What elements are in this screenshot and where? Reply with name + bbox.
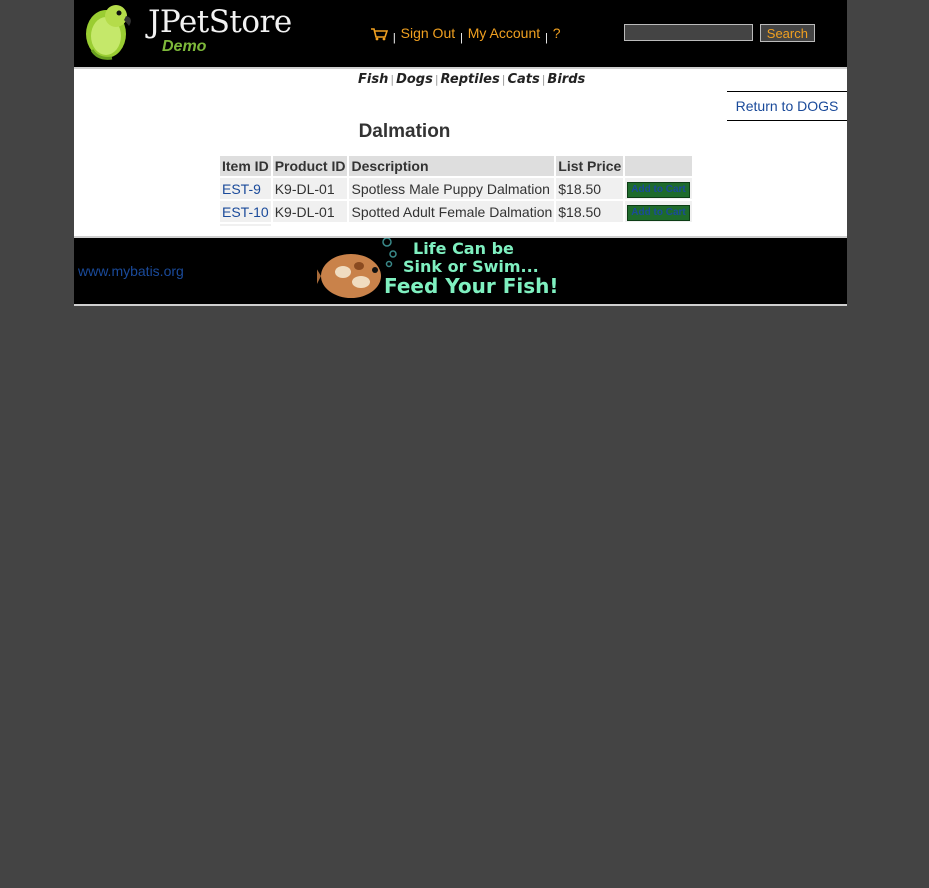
return-to-dogs-link[interactable]: Return to DOGS bbox=[736, 98, 839, 114]
table-row: EST-10 K9-DL-01 Spotted Adult Female Dal… bbox=[220, 201, 692, 222]
header: JPetStore Demo | Sign Out | My Account |… bbox=[74, 0, 847, 69]
banner-line-1: Life Can be bbox=[413, 239, 514, 258]
menu-separator: | bbox=[460, 32, 463, 44]
column-header-action bbox=[625, 156, 692, 176]
item-id-link[interactable]: EST-10 bbox=[222, 204, 269, 220]
parrot-icon bbox=[86, 5, 131, 60]
action-cell: Add to Cart bbox=[625, 201, 692, 222]
quicklink-cats[interactable]: Cats bbox=[507, 72, 539, 87]
add-to-cart-button[interactable]: Add to Cart bbox=[627, 205, 690, 221]
quicklink-fish[interactable]: Fish bbox=[358, 72, 388, 87]
description-cell: Spotless Male Puppy Dalmation bbox=[349, 178, 555, 199]
item-id-cell: EST-9 bbox=[220, 178, 271, 199]
mybatis-link[interactable]: www.mybatis.org bbox=[78, 263, 184, 279]
banner-line-3: Feed Your Fish! bbox=[384, 274, 559, 298]
quicklink-separator: | bbox=[541, 73, 546, 86]
page-title: Dalmation bbox=[358, 121, 451, 142]
action-cell: Add to Cart bbox=[625, 178, 692, 199]
sign-out-link[interactable]: Sign Out bbox=[401, 25, 455, 41]
quicklink-reptiles[interactable]: Reptiles bbox=[441, 72, 500, 87]
quicklink-separator: | bbox=[501, 73, 506, 86]
page-container: JPetStore Demo | Sign Out | My Account |… bbox=[74, 0, 847, 306]
logo[interactable]: JPetStore Demo bbox=[82, 2, 297, 60]
column-header-description: Description bbox=[349, 156, 555, 176]
table-footer-blank bbox=[273, 224, 692, 226]
items-table: Item ID Product ID Description List Pric… bbox=[218, 154, 694, 228]
quicklink-birds[interactable]: Birds bbox=[547, 72, 585, 87]
item-id-link[interactable]: EST-9 bbox=[222, 181, 261, 197]
quicklink-separator: | bbox=[390, 73, 395, 86]
column-header-list-price: List Price bbox=[556, 156, 624, 176]
menu-separator: | bbox=[392, 32, 396, 44]
table-footer-row bbox=[220, 224, 692, 226]
description-cell: Spotted Adult Female Dalmation bbox=[349, 201, 555, 222]
footer: www.mybatis.org Life Can be Sink or Swim… bbox=[74, 236, 847, 306]
menu-separator: | bbox=[545, 32, 548, 44]
search-form: Search bbox=[624, 24, 815, 42]
price-cell: $18.50 bbox=[556, 201, 624, 222]
search-input[interactable] bbox=[624, 24, 753, 41]
table-footer-cell bbox=[220, 224, 271, 226]
table-row: EST-9 K9-DL-01 Spotless Male Puppy Dalma… bbox=[220, 178, 692, 199]
add-to-cart-button[interactable]: Add to Cart bbox=[627, 182, 690, 198]
back-link-box: Return to DOGS bbox=[727, 91, 847, 121]
product-id-cell: K9-DL-01 bbox=[272, 201, 348, 222]
help-link[interactable]: ? bbox=[553, 25, 561, 41]
product-id-cell: K9-DL-01 bbox=[272, 178, 348, 199]
category-quicklinks: Fish | Dogs | Reptiles | Cats | Birds bbox=[358, 72, 585, 87]
logo-title: JPetStore bbox=[148, 4, 292, 40]
column-header-product-id: Product ID bbox=[272, 156, 348, 176]
item-id-cell: EST-10 bbox=[220, 201, 271, 222]
my-account-link[interactable]: My Account bbox=[468, 25, 540, 41]
table-header-row: Item ID Product ID Description List Pric… bbox=[220, 156, 692, 176]
logo-subtitle: Demo bbox=[162, 38, 207, 55]
quicklink-dogs[interactable]: Dogs bbox=[396, 72, 433, 87]
search-button[interactable]: Search bbox=[759, 24, 815, 42]
fish-banner[interactable]: Life Can be Sink or Swim... Feed Your Fi… bbox=[317, 238, 564, 302]
header-menu: | Sign Out | My Account | ? bbox=[370, 25, 561, 44]
column-header-item-id: Item ID bbox=[220, 156, 271, 176]
cart-icon[interactable] bbox=[370, 27, 388, 41]
quicklink-separator: | bbox=[434, 73, 439, 86]
main-content: Fish | Dogs | Reptiles | Cats | Birds Return to … bbox=[74, 69, 847, 236]
price-cell: $18.50 bbox=[556, 178, 624, 199]
